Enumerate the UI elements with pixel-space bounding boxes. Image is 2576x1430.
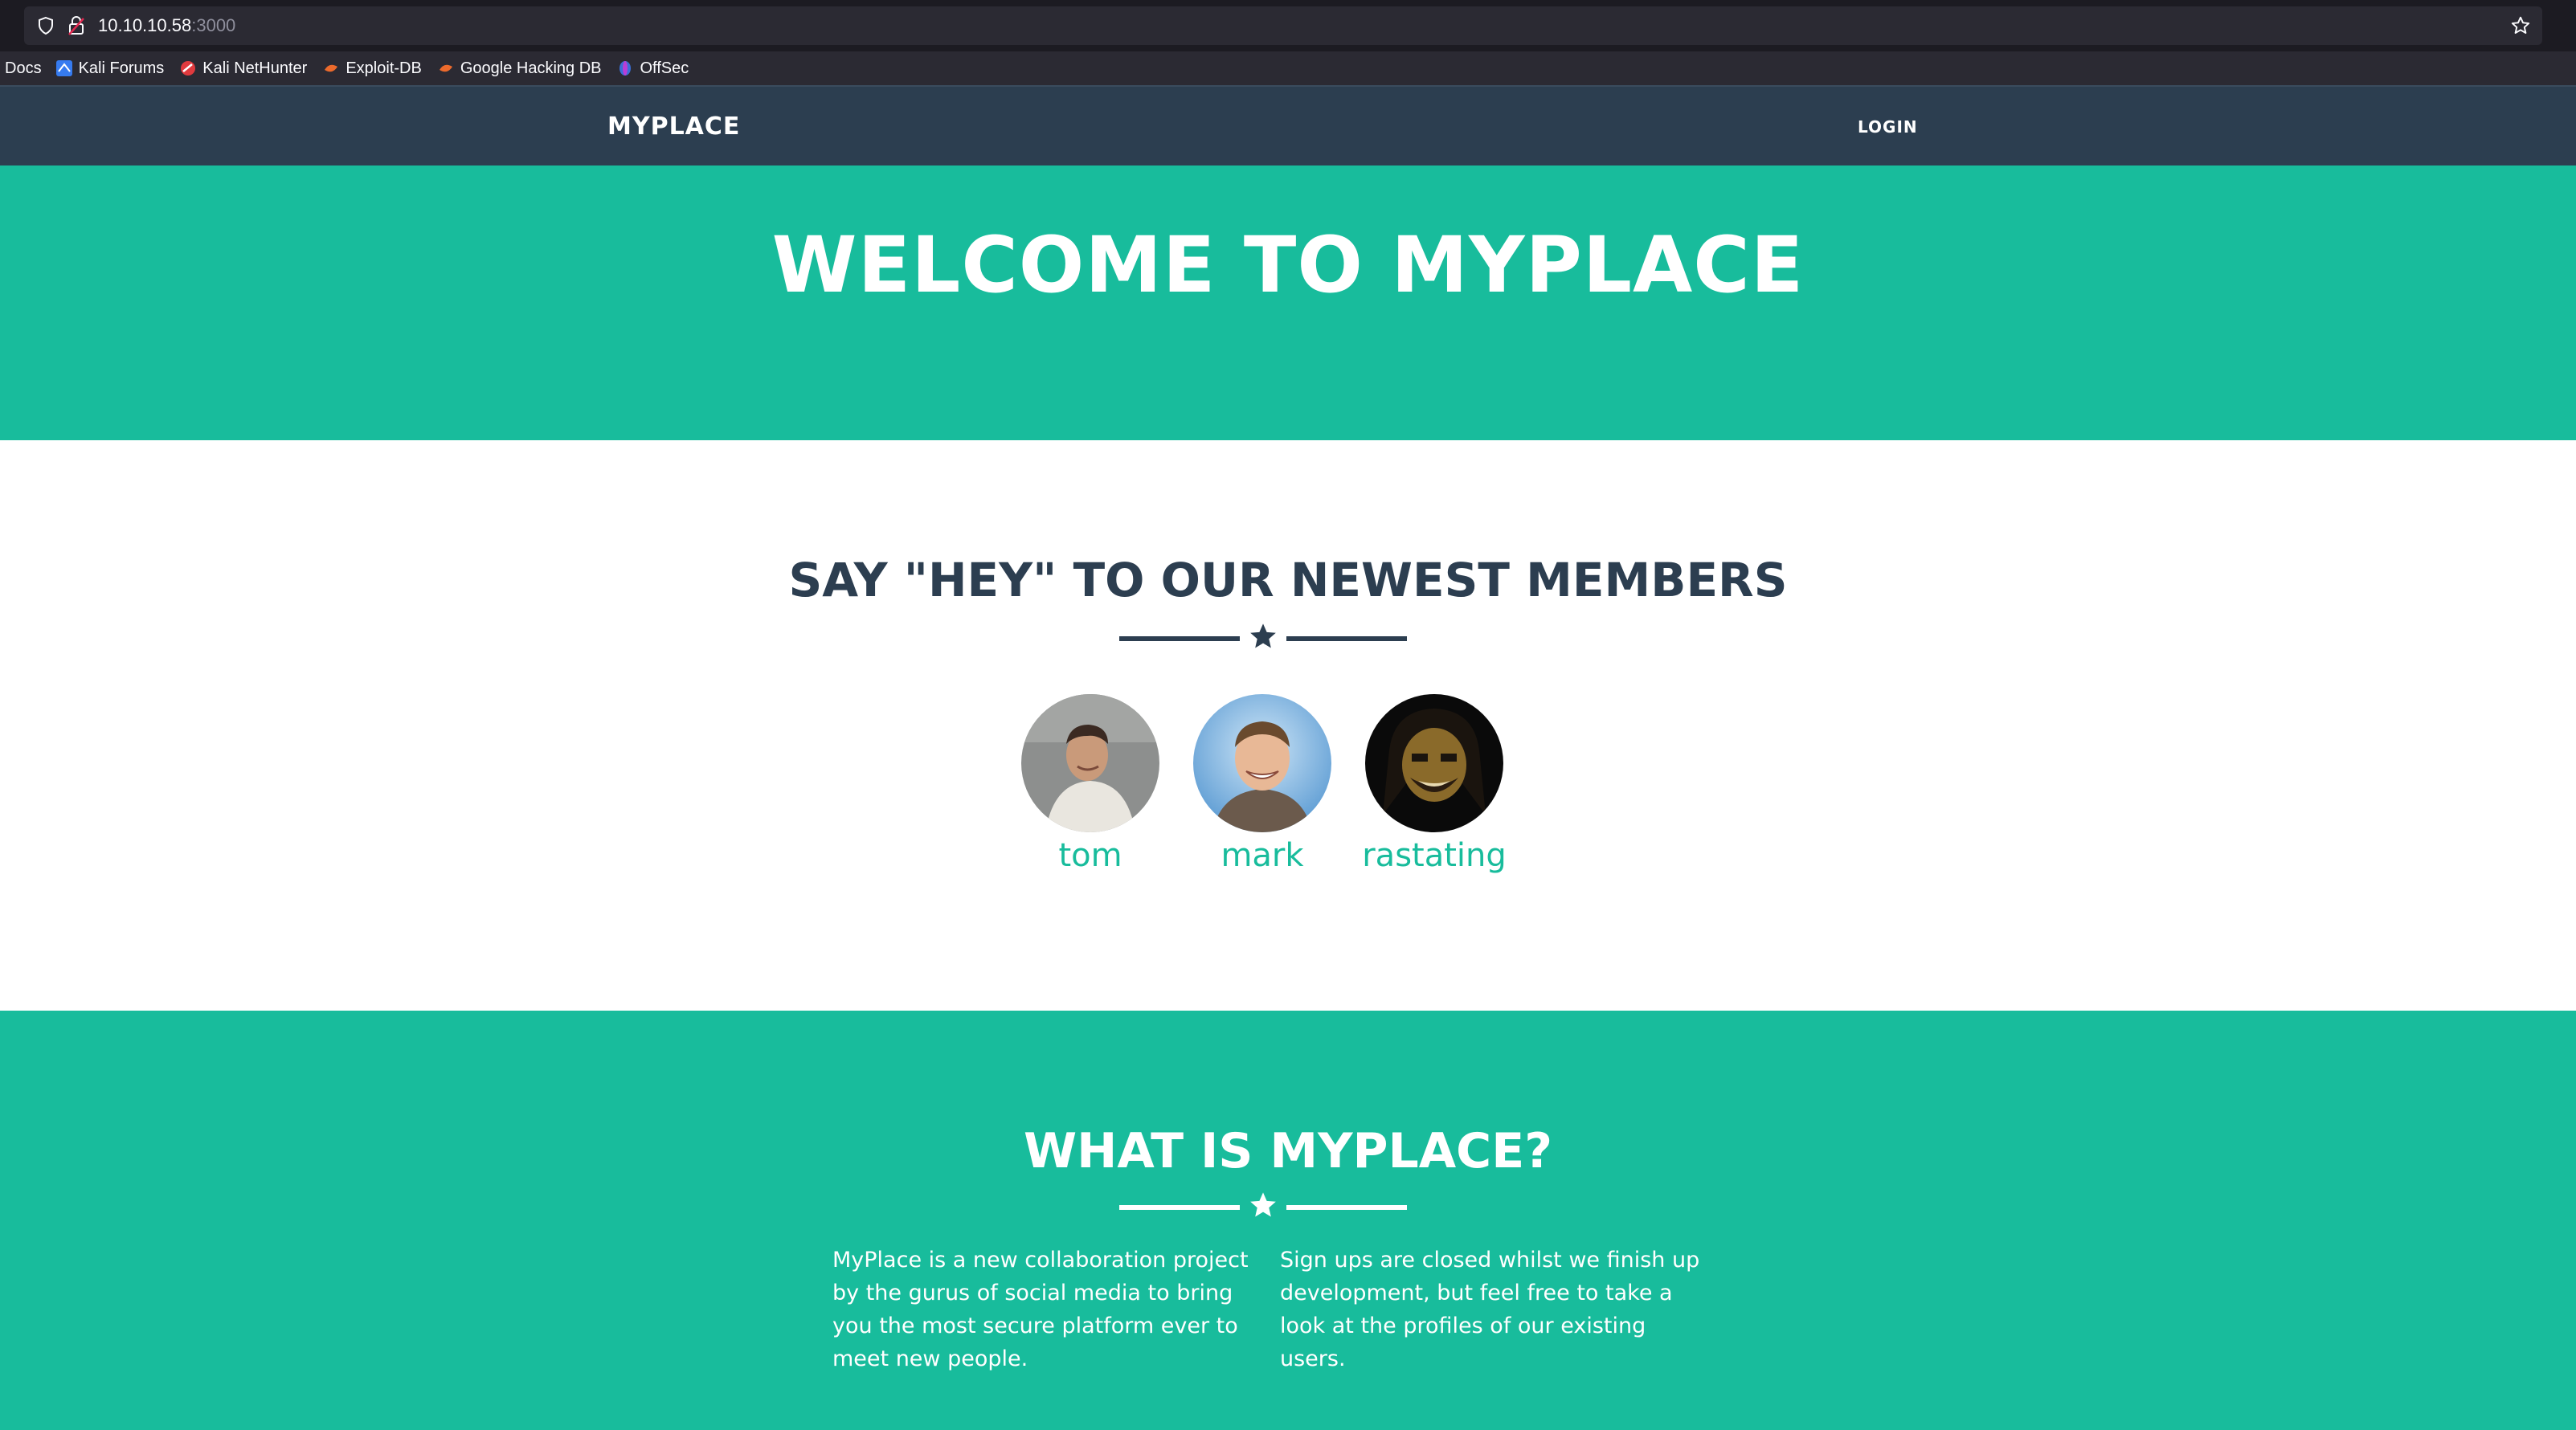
about-text-right: Sign ups are closed whilst we finish up … — [1280, 1248, 1700, 1371]
about-section: WHAT IS MYPLACE? MyPlace is a new collab… — [0, 1011, 2576, 1430]
member-name[interactable]: mark — [1174, 837, 1351, 874]
nethunter-icon — [180, 60, 196, 76]
bookmark-google-hacking-db[interactable]: Google Hacking DB — [438, 59, 602, 78]
bookmark-docs[interactable]: Docs — [5, 59, 42, 78]
star-icon — [1248, 622, 1278, 656]
star-divider — [1119, 622, 1407, 654]
bookmark-label: OffSec — [640, 59, 689, 77]
star-divider — [1119, 1191, 1407, 1223]
url-text[interactable]: 10.10.10.58:3000 — [98, 6, 235, 45]
hero-title: WELCOME TO MYPLACE — [771, 220, 1805, 310]
bookmark-kali-nethunter[interactable]: Kali NetHunter — [180, 59, 307, 78]
address-bar[interactable]: 10.10.10.58:3000 — [24, 6, 2542, 45]
bookmark-label: Google Hacking DB — [460, 59, 602, 77]
ghdb-icon — [438, 60, 454, 76]
about-heading: WHAT IS MYPLACE? — [1023, 1123, 1553, 1179]
browser-toolbar: 10.10.10.58:3000 — [0, 0, 2576, 51]
bookmark-label: Kali NetHunter — [202, 59, 308, 77]
kali-dragon-icon — [55, 60, 72, 76]
url-host: 10.10.10.58 — [98, 15, 192, 35]
member-name[interactable]: rastating — [1346, 837, 1523, 874]
url-port: :3000 — [191, 15, 236, 35]
bookmark-offsec[interactable]: OffSec — [617, 59, 689, 78]
site-navbar: MYPLACE LOGIN — [0, 85, 2576, 165]
member-card-tom[interactable]: tom — [1002, 694, 1179, 874]
bookmark-star-icon[interactable] — [2510, 15, 2531, 39]
bookmark-label: Exploit-DB — [346, 59, 422, 77]
avatar[interactable] — [1365, 694, 1503, 832]
newest-members-section: SAY "HEY" TO OUR NEWEST MEMBERS tom mark… — [0, 440, 2576, 1011]
bookmark-exploit-db[interactable]: Exploit-DB — [323, 59, 422, 78]
members-heading: SAY "HEY" TO OUR NEWEST MEMBERS — [788, 553, 1788, 607]
member-card-mark[interactable]: mark — [1174, 694, 1351, 874]
hero-section: WELCOME TO MYPLACE — [0, 165, 2576, 440]
bookmark-kali-forums[interactable]: Kali Forums — [55, 59, 165, 78]
brand-link[interactable]: MYPLACE — [607, 87, 740, 167]
member-card-rastating[interactable]: rastating — [1346, 694, 1523, 874]
tracking-protection-shield-icon[interactable] — [37, 16, 55, 39]
insecure-lock-icon[interactable] — [67, 15, 85, 39]
bookmark-label: Docs — [5, 59, 42, 77]
offsec-icon — [617, 60, 633, 76]
about-text-left: MyPlace is a new collaboration project b… — [832, 1248, 1249, 1371]
bookmark-label: Kali Forums — [78, 59, 165, 77]
avatar[interactable] — [1021, 694, 1159, 832]
login-link[interactable]: LOGIN — [1858, 87, 1918, 167]
exploit-db-icon — [323, 60, 339, 76]
star-icon — [1248, 1191, 1278, 1224]
avatar[interactable] — [1193, 694, 1331, 832]
member-name[interactable]: tom — [1002, 837, 1179, 874]
bookmarks-toolbar: Docs Kali Forums Kali NetHunter Exploit-… — [0, 51, 2576, 85]
